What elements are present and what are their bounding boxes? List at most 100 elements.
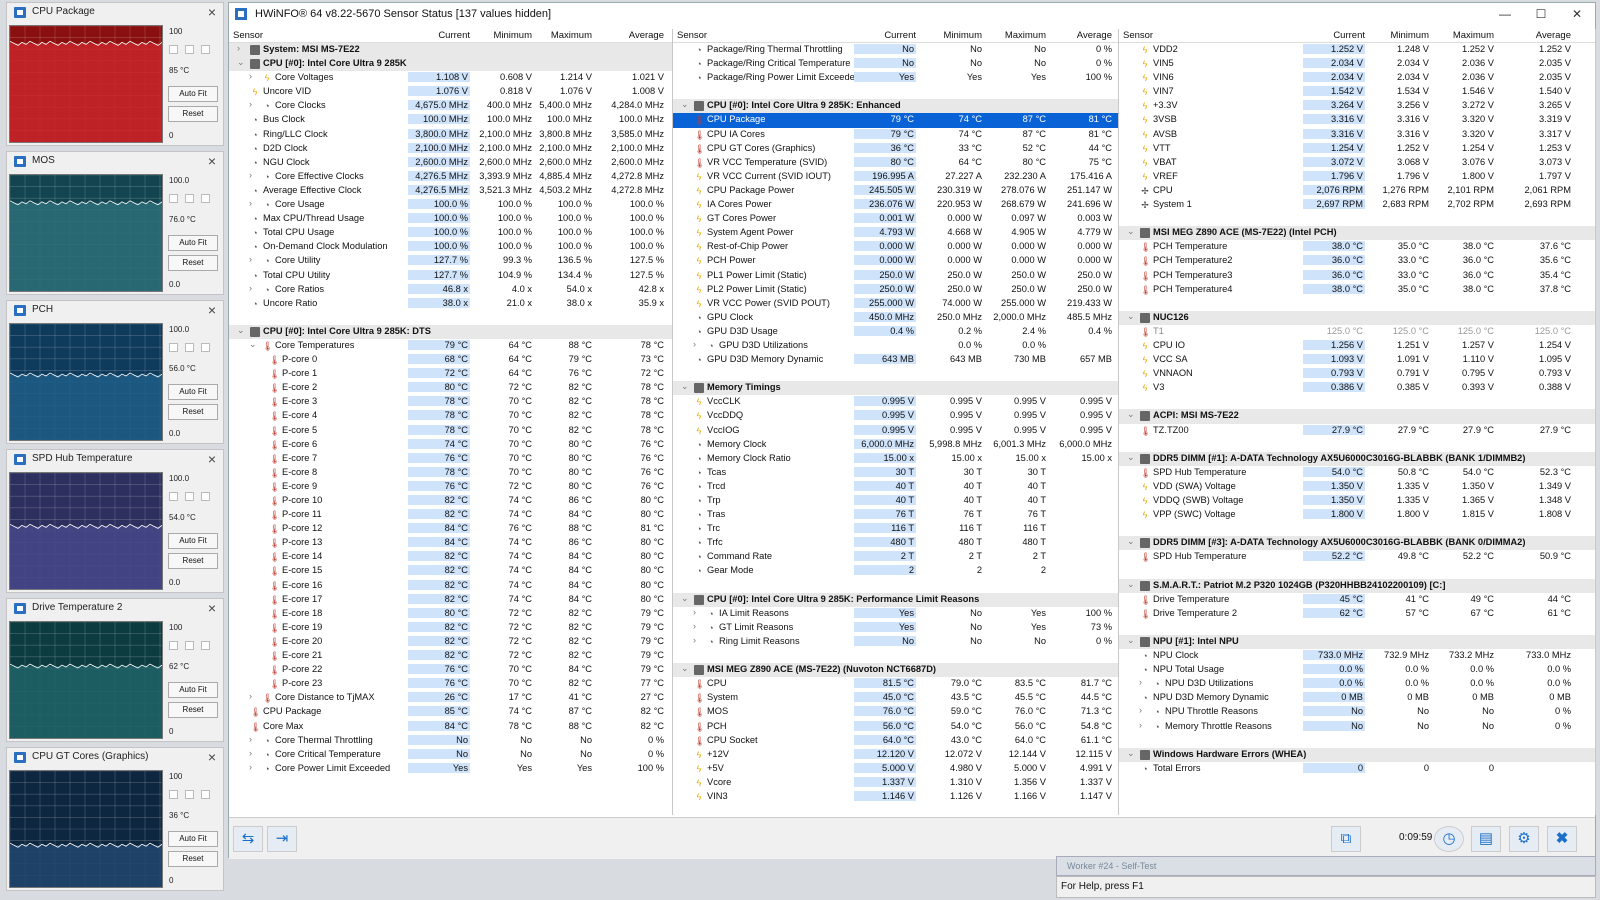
sensor-row[interactable]: 🌡 E-core 8 78 °C 70 °C 80 °C 76 °C (229, 466, 672, 480)
sensor-row[interactable]: 🌡 E-core 18 80 °C 72 °C 82 °C 79 °C (229, 607, 672, 621)
sensor-row[interactable]: 🌡 CPU Socket 64.0 °C 43.0 °C 64.0 °C 61.1 °C (673, 734, 1118, 748)
sensor-row[interactable]: 🌡 System 45.0 °C 43.5 °C 45.5 °C 44.5 °C (673, 691, 1118, 705)
auto-fit-button[interactable]: Auto Fit (168, 831, 218, 847)
close-icon[interactable]: × (208, 4, 216, 20)
sensor-row[interactable]: ϟ VR VCC Power (SVID POUT) 255.000 W 74.000… (673, 297, 1118, 311)
group-header-row[interactable]: ⌄ S.M.A.R.T.: Patriot M.2 P320 1024GB (P3… (1119, 578, 1595, 593)
graph-checkbox[interactable] (185, 45, 194, 54)
sensor-row[interactable]: ϟ AVSB 3.316 V 3.316 V 3.320 V 3.317 V (1119, 128, 1595, 142)
sensor-row[interactable]: ϟ VTT 1.254 V 1.252 V 1.254 V 1.253 V (1119, 142, 1595, 156)
sensor-row[interactable]: ◔ Trfc 480 T 480 T 480 T (673, 536, 1118, 550)
sensor-row[interactable]: 🌡 Drive Temperature 45 °C 41 °C 49 °C 44 °C (1119, 593, 1595, 607)
sensor-row[interactable]: ϟ +12V 12.120 V 12.072 V 12.144 V 12.115 V (673, 748, 1118, 762)
sensor-row[interactable]: ◔ Package/Ring Thermal Throttling No No No 0 … (673, 43, 1118, 57)
graph-checkbox[interactable] (201, 790, 210, 799)
expand-chevron-icon[interactable]: › (249, 762, 252, 772)
expand-chevron-icon[interactable]: › (1139, 720, 1142, 730)
sensor-row[interactable]: › ◔ Core Critical Temperature No No No 0 % (229, 748, 672, 762)
collapse-chevron-icon[interactable]: ⌄ (1127, 452, 1135, 463)
expand-chevron-icon[interactable]: › (693, 635, 696, 645)
sensor-row[interactable]: ϟ VCC SA 1.093 V 1.091 V 1.110 V 1.095 V (1119, 353, 1595, 367)
sensor-row[interactable]: 🌡 P-core 11 82 °C 74 °C 84 °C 80 °C (229, 508, 672, 522)
group-header-row[interactable]: ⌄ CPU [#0]: Intel Core Ultra 9 285K: DTS (229, 324, 672, 339)
sensor-row[interactable]: › ◔ GPU D3D Utilizations 0.0 % 0.0 % (673, 339, 1118, 353)
expand-chevron-icon[interactable]: › (249, 170, 252, 180)
sensor-row[interactable]: 🌡 P-core 23 76 °C 70 °C 82 °C 77 °C (229, 677, 672, 691)
expand-arrows-icon[interactable]: ⇥ (267, 826, 297, 852)
graph-checkbox[interactable] (201, 641, 210, 650)
sensor-row[interactable]: 🌡 CPU IA Cores 79 °C 74 °C 87 °C 81 °C (673, 128, 1118, 142)
sensor-row[interactable]: ϟ VccIOG 0.995 V 0.995 V 0.995 V 0.995 V (673, 424, 1118, 438)
sensor-row[interactable]: ◔ GPU Clock 450.0 MHz 250.0 MHz 2,000.0 MHz 4… (673, 311, 1118, 325)
sensor-row[interactable]: › ◔ Memory Throttle Reasons No No No 0 % (1119, 720, 1595, 734)
graph-checkbox[interactable] (169, 790, 178, 799)
expand-chevron-icon[interactable]: › (1139, 705, 1142, 715)
header-minimum[interactable]: Minimum (943, 30, 982, 41)
collapse-chevron-icon[interactable]: ⌄ (1127, 536, 1135, 547)
sensor-row[interactable]: 🌡 Drive Temperature 2 62 °C 57 °C 67 °C 61 °C (1119, 607, 1595, 621)
exit-icon[interactable]: ✖ (1547, 826, 1577, 852)
group-header-row[interactable]: ⌄ DDR5 DIMM [#3]: A-DATA Technology AX5U6… (1119, 536, 1595, 551)
graph-checkbox[interactable] (201, 492, 210, 501)
sensor-row[interactable]: ϟ VPP (SWC) Voltage 1.800 V 1.800 V 1.815 V 1… (1119, 508, 1595, 522)
sensor-row[interactable]: › 🌡 Core Distance to TjMAX 26 °C 17 °C 41 °C 2… (229, 691, 672, 705)
sensor-row[interactable]: › ◔ Core Thermal Throttling No No No 0 % (229, 734, 672, 748)
sensor-row[interactable]: ϟ PL1 Power Limit (Static) 250.0 W 250.0 W 2… (673, 269, 1118, 283)
sensor-row[interactable]: 🌡 E-core 16 82 °C 74 °C 84 °C 80 °C (229, 579, 672, 593)
sensor-row[interactable]: ◔ Average Effective Clock 4,276.5 MHz 3,521… (229, 184, 672, 198)
sensor-row[interactable]: ◔ Gear Mode 2 2 2 (673, 564, 1118, 578)
auto-fit-button[interactable]: Auto Fit (168, 384, 218, 400)
close-icon[interactable]: × (208, 749, 216, 765)
header-maximum[interactable]: Maximum (1005, 30, 1046, 41)
header-sensor[interactable]: Sensor (677, 30, 707, 41)
sensor-row[interactable]: ϟ VIN6 2.034 V 2.034 V 2.036 V 2.035 V (1119, 71, 1595, 85)
sensor-row[interactable]: ϟ Vcore 1.337 V 1.310 V 1.356 V 1.337 V (673, 776, 1118, 790)
expand-chevron-icon[interactable]: › (249, 198, 252, 208)
expand-chevron-icon[interactable]: › (1139, 677, 1142, 687)
sensor-row[interactable]: 🌡 P-core 0 68 °C 64 °C 79 °C 73 °C (229, 353, 672, 367)
sensor-row[interactable]: 🌡 E-core 7 76 °C 70 °C 80 °C 76 °C (229, 452, 672, 466)
group-header-row[interactable]: ⌄ DDR5 DIMM [#1]: A-DATA Technology AX5U6… (1119, 451, 1595, 466)
sensor-row[interactable]: › ◔ GT Limit Reasons Yes No Yes 73 % (673, 621, 1118, 635)
group-header-row[interactable]: ⌄ CPU [#0]: Intel Core Ultra 9 285K: Perf… (673, 592, 1118, 607)
header-current[interactable]: Current (1333, 30, 1365, 41)
sensor-row[interactable]: 🌡 SPD Hub Temperature 54.0 °C 50.8 °C 54.0 °… (1119, 466, 1595, 480)
graph-checkbox[interactable] (169, 492, 178, 501)
close-icon[interactable]: × (208, 600, 216, 616)
auto-fit-button[interactable]: Auto Fit (168, 682, 218, 698)
reset-button[interactable]: Reset (168, 404, 218, 420)
sensor-row[interactable]: 🌡 P-core 12 84 °C 76 °C 88 °C 81 °C (229, 522, 672, 536)
group-header-row[interactable]: ⌄ NUC126 (1119, 310, 1595, 325)
expand-chevron-icon[interactable]: › (693, 607, 696, 617)
sensor-row[interactable]: ϟ VNNAON 0.793 V 0.791 V 0.795 V 0.793 V (1119, 367, 1595, 381)
sensor-row[interactable]: ◔ Trp 40 T 40 T 40 T (673, 494, 1118, 508)
close-icon[interactable]: × (208, 302, 216, 318)
collapse-chevron-icon[interactable]: ⌄ (1127, 748, 1135, 759)
collapse-chevron-icon[interactable]: ⌄ (1127, 635, 1135, 646)
sensor-row[interactable]: 🌡 E-core 5 78 °C 70 °C 82 °C 78 °C (229, 424, 672, 438)
collapse-chevron-icon[interactable]: ⌄ (249, 339, 257, 350)
sensor-row[interactable]: › ϟ Core Voltages 1.108 V 0.608 V 1.214 V 1.02… (229, 71, 672, 85)
sensor-row[interactable]: 🌡 E-core 15 82 °C 74 °C 84 °C 80 °C (229, 564, 672, 578)
graph-checkbox[interactable] (185, 641, 194, 650)
sensor-row[interactable]: › ◔ IA Limit Reasons Yes No Yes 100 % (673, 607, 1118, 621)
group-header-row[interactable]: ⌄ NPU [#1]: Intel NPU (1119, 634, 1595, 650)
sensor-row[interactable]: ϟ PL2 Power Limit (Static) 250.0 W 250.0 W 2… (673, 283, 1118, 297)
sensor-row[interactable]: ⌄ 🌡 Core Temperatures 79 °C 64 °C 88 °C 78 °C (229, 339, 672, 353)
sensor-row[interactable]: ◔ Tras 76 T 76 T 76 T (673, 508, 1118, 522)
expand-chevron-icon[interactable]: › (249, 254, 252, 264)
sensor-row[interactable]: ✢ System 1 2,697 RPM 2,683 RPM 2,702 RPM 2,69… (1119, 198, 1595, 212)
sensor-row[interactable]: ◔ Tcas 30 T 30 T 30 T (673, 466, 1118, 480)
sensor-row[interactable]: 🌡 E-core 21 82 °C 72 °C 82 °C 79 °C (229, 649, 672, 663)
collapse-chevron-icon[interactable]: ⌄ (237, 325, 245, 336)
sensor-row[interactable]: ϟ CPU Package Power 245.505 W 230.319 W 278.… (673, 184, 1118, 198)
sensor-row[interactable]: 🌡 E-core 20 82 °C 72 °C 82 °C 79 °C (229, 635, 672, 649)
sensor-row[interactable]: ◔ Memory Clock 6,000.0 MHz 5,998.8 MHz 6,001… (673, 438, 1118, 452)
sensor-row[interactable]: ϟ VBAT 3.072 V 3.068 V 3.076 V 3.073 V (1119, 156, 1595, 170)
sensor-row[interactable]: ◔ NPU Total Usage 0.0 % 0.0 % 0.0 % 0.0 % (1119, 663, 1595, 677)
sensor-row[interactable]: 🌡 P-core 13 84 °C 74 °C 86 °C 80 °C (229, 536, 672, 550)
graph-checkbox[interactable] (201, 45, 210, 54)
reset-button[interactable]: Reset (168, 851, 218, 867)
sensor-row[interactable]: ◔ Max CPU/Thread Usage 100.0 % 100.0 % 100.0… (229, 212, 672, 226)
sensor-row[interactable]: ϟ VIN5 2.034 V 2.034 V 2.036 V 2.035 V (1119, 57, 1595, 71)
